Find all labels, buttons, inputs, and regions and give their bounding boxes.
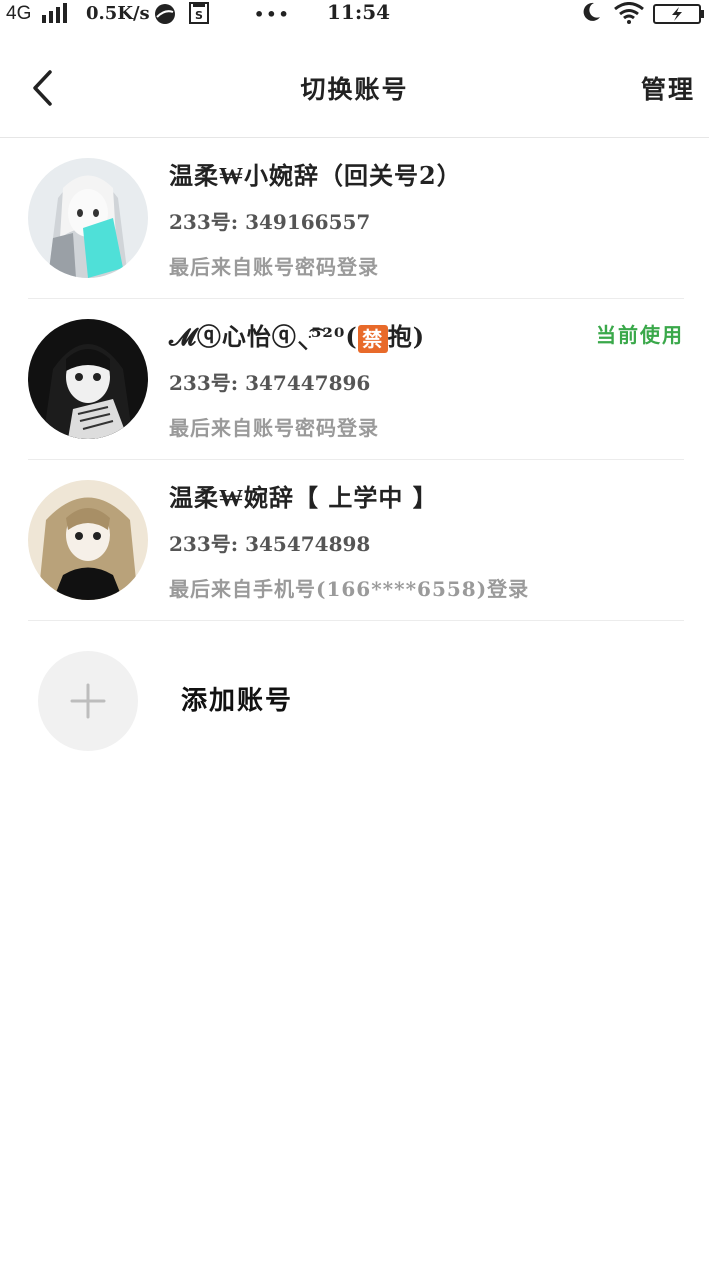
page-title: 切换账号	[300, 75, 409, 104]
wifi-icon	[613, 2, 645, 29]
current-account-badge: 当前使用	[596, 323, 684, 347]
clock: 11:54	[327, 0, 391, 24]
manage-button[interactable]: 管理	[641, 70, 695, 106]
status-bar: 4G 0.5K/s S ••• 11:54	[0, 0, 709, 30]
account-id: 233号: 349166557	[169, 210, 371, 234]
signal-icon	[42, 2, 70, 29]
avatar	[28, 158, 148, 278]
add-account-circle	[38, 651, 138, 751]
add-account-button[interactable]: 添加账号	[28, 642, 684, 762]
more-dots: •••	[254, 5, 291, 24]
avatar	[28, 319, 148, 439]
account-item[interactable]: 温柔₩小婉辞（回关号2） 233号: 349166557 最后来自账号密码登录	[28, 138, 684, 299]
account-id: 233号: 347447896	[169, 371, 371, 395]
network-type: 4G	[6, 3, 32, 24]
last-login-method: 最后来自账号密码登录	[169, 416, 379, 440]
moon-icon	[580, 1, 602, 28]
account-name-end: 抱)	[387, 322, 426, 351]
network-speed: 0.5K/s	[86, 3, 150, 24]
account-item[interactable]: 𝓜ⓠ心怡ⓠ⸜ּ͡⁵²⁰(禁抱) 当前使用 233号: 347447896 最后来…	[28, 299, 684, 460]
app-notification-icon	[154, 3, 176, 30]
screenshot-icon: S	[189, 2, 209, 29]
account-name: 温柔₩小婉辞（回关号2）	[169, 161, 462, 190]
svg-text:S: S	[195, 9, 203, 22]
add-account-label: 添加账号	[181, 686, 294, 716]
last-login-method: 最后来自账号密码登录	[169, 255, 379, 279]
ban-icon: 禁	[357, 324, 388, 353]
account-name: 温柔₩婉辞【 上学中 】	[169, 483, 438, 512]
account-name-suffix: ⁵²⁰(	[310, 322, 358, 351]
plus-icon	[70, 683, 106, 719]
last-login-method: 最后来自手机号(166****6558)登录	[169, 577, 530, 601]
avatar	[28, 480, 148, 600]
account-name-prefix: 𝓜ⓠ心怡ⓠ⸜ּ͡	[169, 322, 311, 351]
account-id: 233号: 345474898	[169, 532, 371, 556]
nav-header: 切换账号 管理	[0, 40, 709, 138]
battery-charging-icon	[653, 4, 705, 29]
account-item[interactable]: 温柔₩婉辞【 上学中 】 233号: 345474898 最后来自手机号(166…	[28, 460, 684, 621]
account-name: 𝓜ⓠ心怡ⓠ⸜ּ͡⁵²⁰(禁抱)	[169, 317, 425, 353]
